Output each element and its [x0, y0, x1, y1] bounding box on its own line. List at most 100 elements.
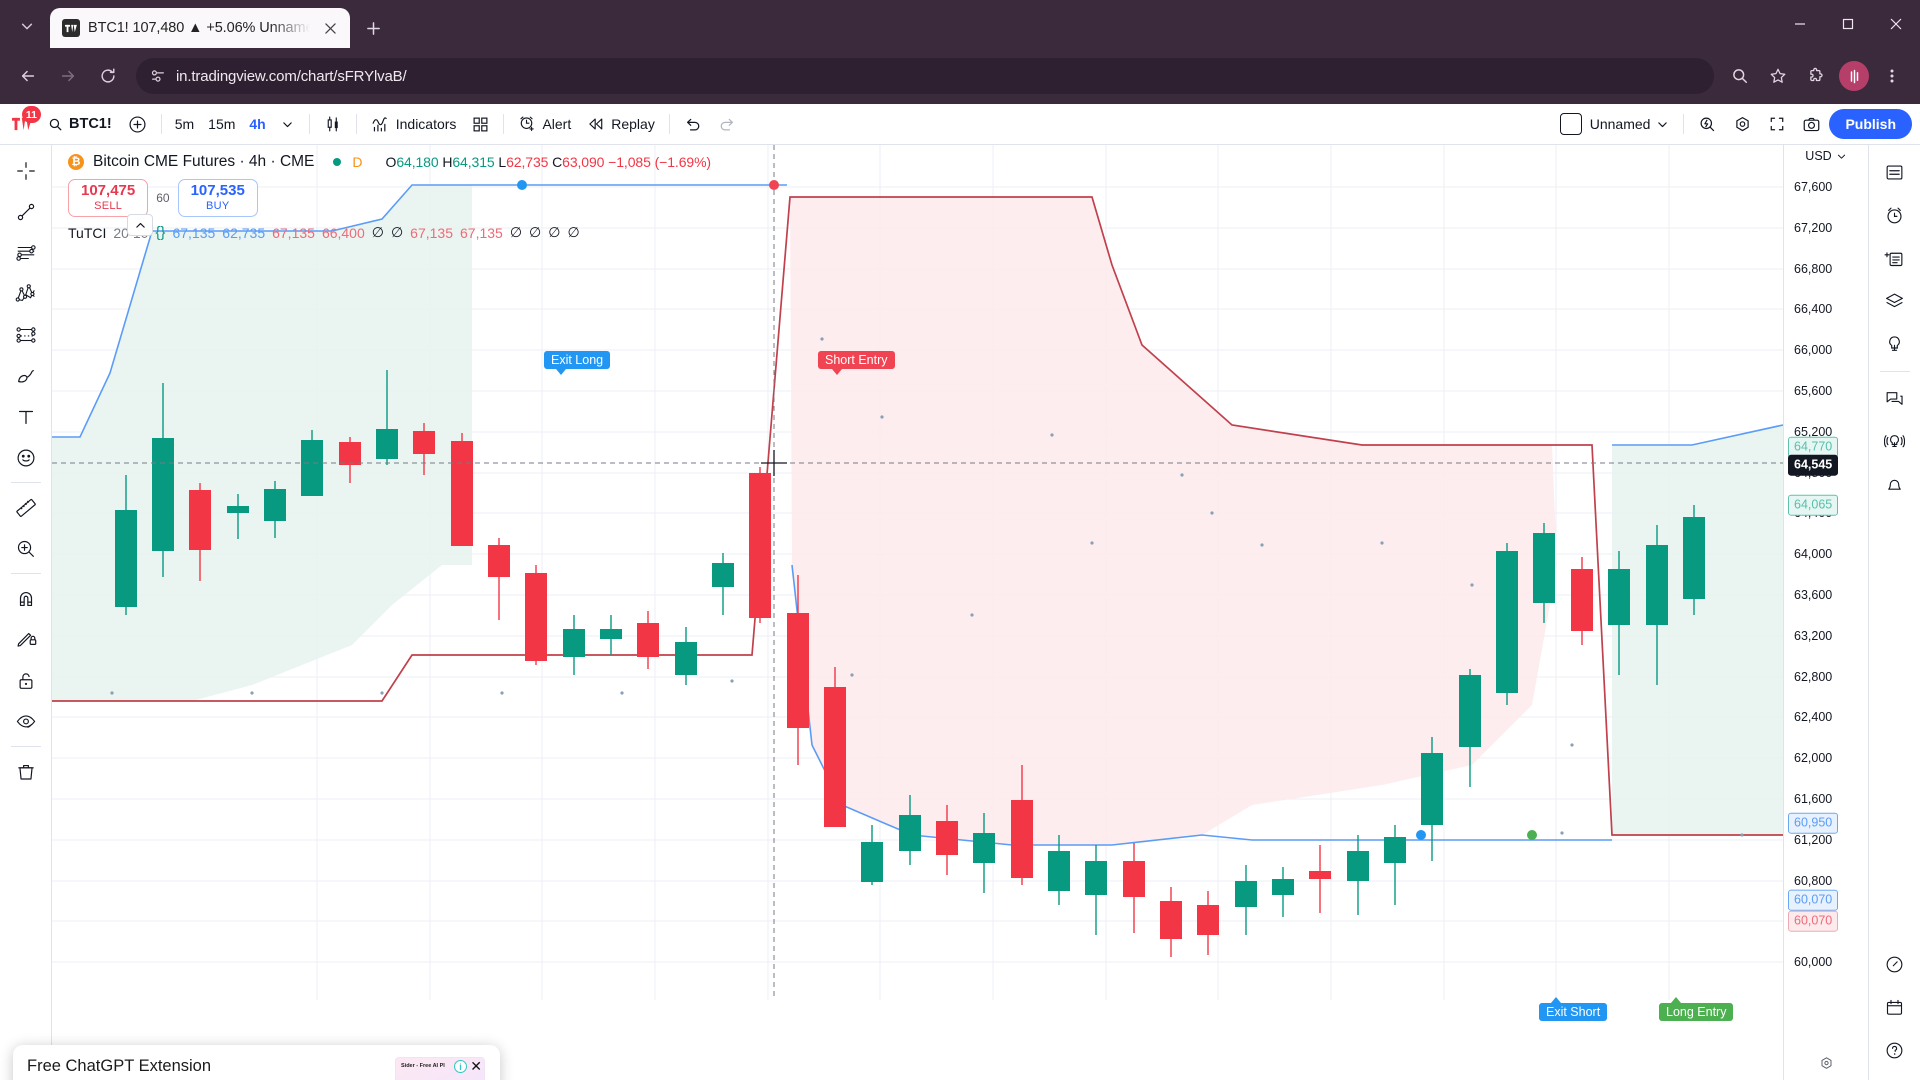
new-tab-button[interactable]: [356, 11, 390, 45]
symbol-search-button[interactable]: BTC1!: [40, 108, 120, 140]
cross-cursor-icon[interactable]: [6, 150, 46, 191]
tab-search-button[interactable]: [8, 7, 46, 45]
site-info-icon[interactable]: [150, 68, 166, 84]
window-maximize-button[interactable]: [1824, 0, 1872, 48]
trend-line-icon[interactable]: [6, 191, 46, 232]
marker-short-entry[interactable]: Short Entry: [818, 351, 895, 375]
price-tick-3: 66,400: [1794, 302, 1833, 316]
alert-button[interactable]: Alert: [510, 108, 579, 140]
alerts-broadcast-icon[interactable]: [1875, 420, 1915, 463]
forecast-pattern-icon[interactable]: [6, 314, 46, 355]
timeframe-15m[interactable]: 15m: [201, 108, 242, 140]
add-symbol-button[interactable]: [120, 108, 155, 140]
fullscreen-button[interactable]: [1760, 108, 1794, 140]
long-entry-dot: [1527, 830, 1537, 840]
ad-close-icon[interactable]: ✕: [470, 1059, 482, 1073]
lock-drawings-icon[interactable]: [6, 660, 46, 701]
timeframe-dropdown-icon[interactable]: [273, 108, 303, 140]
extensions-icon[interactable]: [1798, 58, 1834, 94]
price-tick-19: 60,000: [1794, 955, 1833, 969]
marker-exit-short[interactable]: Exit Short: [1539, 997, 1608, 1021]
undo-button[interactable]: [676, 108, 710, 140]
chat-icon[interactable]: [1875, 377, 1915, 420]
ad-info-icon[interactable]: i: [454, 1060, 467, 1073]
alerts-clock-icon[interactable]: [1875, 194, 1915, 237]
search-icon[interactable]: [1722, 58, 1758, 94]
layout-name-button[interactable]: Unnamed: [1582, 108, 1678, 140]
layout-color-box[interactable]: [1559, 113, 1582, 135]
redo-button[interactable]: [710, 108, 744, 140]
sell-button[interactable]: 107,475 SELL: [68, 179, 149, 218]
chrome-menu-icon[interactable]: [1874, 58, 1910, 94]
measure-ruler-icon[interactable]: [6, 487, 46, 528]
crosshair-cursor: [761, 450, 787, 476]
profile-avatar[interactable]: [1839, 61, 1869, 91]
object-tree-icon[interactable]: [1875, 280, 1915, 323]
zoom-in-icon[interactable]: [6, 528, 46, 569]
browser-tab[interactable]: BTC1! 107,480 ▲ +5.06% Unnamed — Trading…: [50, 8, 350, 48]
magnet-icon[interactable]: [6, 578, 46, 619]
currency-selector[interactable]: USD: [1784, 149, 1868, 163]
timeframe-5m[interactable]: 5m: [168, 108, 201, 140]
tab-title: BTC1! 107,480 ▲ +5.06% Unnamed — Trading…: [88, 20, 310, 36]
price-tick-2: 66,800: [1794, 262, 1833, 276]
window-minimize-button[interactable]: [1776, 0, 1824, 48]
publish-button[interactable]: Publish: [1829, 109, 1912, 139]
help-icon[interactable]: [1875, 1029, 1915, 1072]
notifications-bell-icon[interactable]: [1875, 463, 1915, 506]
tab-close-icon[interactable]: [318, 16, 342, 40]
toolbar-divider-3: [10, 746, 41, 747]
omnibox-actions: [1722, 58, 1910, 94]
data-window-icon[interactable]: [1875, 237, 1915, 280]
browser-menu-icon[interactable]: [1836, 58, 1872, 94]
bookmark-star-icon[interactable]: [1760, 58, 1796, 94]
brush-icon[interactable]: [6, 355, 46, 396]
price-scale[interactable]: USD 67,600 67,200 66,800 66,400 66,000 6…: [1783, 145, 1868, 1080]
notification-badge[interactable]: 11: [21, 106, 41, 123]
chart-style-button[interactable]: [316, 108, 350, 140]
url-text: in.tradingview.com/chart/sFRYlvaB/: [176, 67, 407, 85]
price-tag-entry-level: 60,070: [1788, 910, 1839, 932]
hide-drawings-icon[interactable]: [6, 701, 46, 742]
text-icon[interactable]: [6, 396, 46, 437]
ad-thumbnail[interactable]: Sider - Free AI Pl i ✕ 1 000 000+: [395, 1057, 485, 1080]
elliott-wave-icon[interactable]: [6, 273, 46, 314]
price-tag-exit-level: 60,070: [1788, 889, 1839, 911]
quick-search-button[interactable]: [1690, 108, 1725, 140]
gauge-icon[interactable]: [1875, 943, 1915, 986]
marker-long-entry[interactable]: Long Entry: [1659, 997, 1734, 1021]
ad-content: Free ChatGPT Extension Sider: Free ChatG…: [27, 1057, 384, 1080]
price-tick-16: 61,200: [1794, 833, 1833, 847]
settings-button[interactable]: [1725, 108, 1760, 140]
drawing-mode-icon[interactable]: [6, 619, 46, 660]
chart-pane[interactable]: ₿ Bitcoin CME Futures · 4h · CME D O64,1…: [52, 145, 1783, 1080]
buy-label: BUY: [205, 199, 230, 212]
advertisement-popup[interactable]: Free ChatGPT Extension Sider: Free ChatG…: [13, 1045, 500, 1080]
indicators-button[interactable]: Indicators: [363, 108, 465, 140]
indicator-templates-button[interactable]: [464, 108, 497, 140]
forward-button[interactable]: [50, 58, 86, 94]
watchlist-icon[interactable]: [1875, 151, 1915, 194]
horizontal-lines-icon[interactable]: [6, 232, 46, 273]
ideas-icon[interactable]: [1875, 323, 1915, 366]
drawing-toolbar: [0, 145, 52, 1080]
tradingview-logo-button[interactable]: 11: [6, 106, 41, 140]
reload-button[interactable]: [90, 58, 126, 94]
price-tick-13: 62,400: [1794, 710, 1833, 724]
emoji-icon[interactable]: [6, 437, 46, 478]
window-close-button[interactable]: [1872, 0, 1920, 48]
replay-button[interactable]: Replay: [579, 108, 663, 140]
marker-exit-long[interactable]: Exit Long: [544, 351, 611, 375]
snapshot-button[interactable]: [1794, 108, 1829, 140]
back-button[interactable]: [10, 58, 46, 94]
buy-button[interactable]: 107,535 BUY: [177, 179, 258, 218]
calendar-icon[interactable]: [1875, 986, 1915, 1029]
remove-drawings-icon[interactable]: [6, 751, 46, 792]
timeframe-4h[interactable]: 4h: [242, 108, 272, 140]
collapse-legend-button[interactable]: [127, 214, 153, 236]
chart-canvas[interactable]: [52, 145, 1783, 1000]
address-bar[interactable]: in.tradingview.com/chart/sFRYlvaB/: [136, 58, 1714, 94]
toolbar-divider-2: [308, 114, 310, 134]
toolbar-divider-2: [10, 573, 41, 574]
price-scale-settings-icon[interactable]: [1815, 1052, 1837, 1074]
